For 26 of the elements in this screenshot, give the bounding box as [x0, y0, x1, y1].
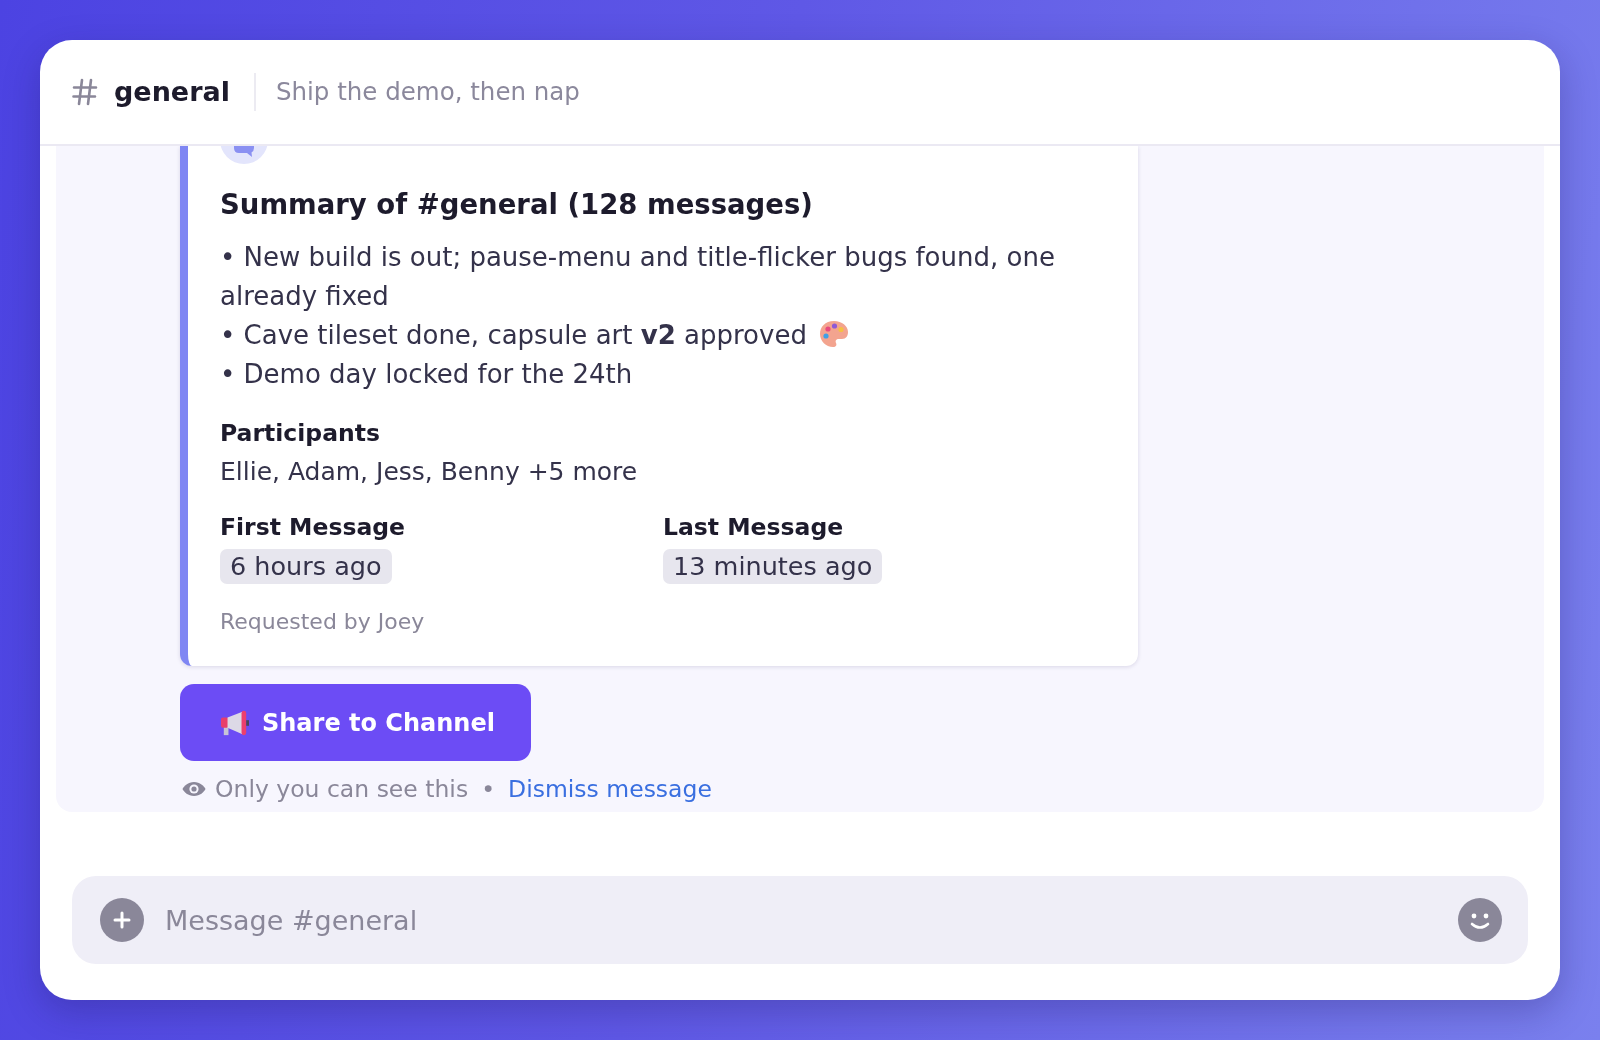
smiley-icon: [1458, 898, 1502, 942]
palette-icon: [818, 320, 849, 348]
summary-title: Summary of #general (128 messages): [220, 187, 813, 222]
participants-list: Ellie, Adam, Jess, Benny +5 more: [220, 455, 638, 489]
section-label: Last Message: [663, 512, 844, 543]
timestamp-chip: 13 minutes ago: [663, 549, 883, 584]
megaphone-icon: [220, 708, 250, 737]
message-composer[interactable]: Message #general: [72, 876, 1528, 964]
message-input[interactable]: Message #general: [165, 900, 1438, 940]
section-label: Participants: [220, 418, 380, 449]
hash-icon: [72, 78, 98, 106]
requested-by-text: Requested by Joey: [220, 608, 425, 636]
dismiss-link[interactable]: Dismiss message: [508, 772, 712, 806]
visibility-note: Only you can see this: [215, 774, 469, 805]
plus-icon: [113, 911, 131, 929]
emoji-button[interactable]: [1458, 898, 1502, 942]
add-button[interactable]: [100, 898, 144, 942]
section-label: First Message: [220, 512, 406, 543]
separator-text: •: [481, 774, 496, 805]
share-button[interactable]: Share to Channel: [180, 684, 531, 761]
channel-topic: Ship the demo, then nap: [275, 76, 580, 108]
eye-icon: [182, 781, 206, 797]
channel-name: general: [114, 75, 230, 109]
summary-bullet: • Demo day locked for the 24th: [220, 359, 633, 389]
timestamp-chip: 6 hours ago: [220, 549, 392, 584]
summary-bullet: • Cave tileset done, capsule art v2 approved: [220, 320, 807, 350]
